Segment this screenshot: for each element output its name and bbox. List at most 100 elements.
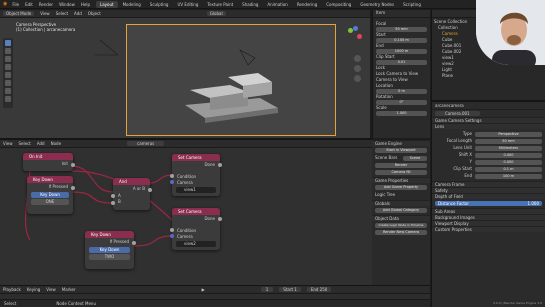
z-axis-icon[interactable]: [353, 26, 358, 31]
key-down-two-output-label: If Pressed: [109, 239, 129, 244]
shift-y-label: Y: [469, 159, 472, 164]
camera-fill-button[interactable]: Camera fill: [375, 170, 427, 175]
distance-factor-slider[interactable]: Distance Factor 1.000: [435, 201, 542, 206]
key-down-one-value[interactable]: ONE: [31, 199, 69, 205]
workspace-tab-layout[interactable]: Layout: [95, 0, 118, 8]
set-camera-node-two[interactable]: Set Camera Done Condition Camera view2: [170, 208, 222, 250]
menu-help[interactable]: Help: [81, 2, 90, 7]
workspace-tab-modeling[interactable]: Modeling: [119, 1, 145, 8]
lens-unit-field[interactable]: Millimeters: [475, 145, 542, 151]
set-camera-two-camera-field[interactable]: view2: [176, 241, 216, 247]
start-frame-field[interactable]: Start 1: [279, 287, 301, 292]
workspace-tab-texture[interactable]: Texture Paint: [203, 1, 237, 8]
workspace-tab-uv[interactable]: UV Editing: [173, 1, 202, 8]
key-down-one-output-label: If Pressed: [48, 184, 68, 189]
pan-icon[interactable]: [354, 65, 361, 72]
status-context-hint: Node Context Menu: [56, 300, 96, 306]
set-camera-two-header: Set Camera: [172, 208, 220, 215]
properties-editor: arcanecamera Camera.001 Game Camera Sett…: [431, 100, 545, 307]
timeline-view-menu[interactable]: View: [46, 287, 56, 292]
current-frame-field[interactable]: 1: [260, 287, 274, 292]
3d-viewport[interactable]: Object Mode View Select Add Object Globa…: [0, 10, 370, 138]
logic-node-editor[interactable]: View Select Add Node cameras On Init Ini…: [0, 138, 372, 285]
end-frame-field[interactable]: End 250: [306, 287, 332, 292]
keying-menu[interactable]: Keying: [27, 287, 40, 292]
camera-view-icon[interactable]: [354, 75, 361, 82]
key-down-one-output-socket[interactable]: [71, 186, 75, 190]
playback-menu[interactable]: Playback: [3, 287, 21, 292]
menu-render[interactable]: Render: [39, 2, 53, 7]
shift-y-field[interactable]: 0.000: [475, 159, 542, 165]
blender-logo-icon[interactable]: ◉: [3, 1, 7, 7]
set-camera-one-done-socket[interactable]: [218, 163, 222, 167]
set-camera-two-done-label: Done: [204, 216, 215, 221]
add-global-category-button[interactable]: Add Global Category: [375, 208, 427, 213]
and-input-b-socket[interactable]: [111, 201, 115, 205]
shift-x-field[interactable]: 0.000: [475, 152, 542, 158]
and-output-label: A or B: [132, 186, 145, 191]
and-header: And: [113, 178, 150, 185]
lens-clip-end-field[interactable]: 100 m: [475, 173, 542, 179]
marker-menu[interactable]: Marker: [62, 287, 76, 292]
scene-bars-field[interactable]: Scene: [403, 155, 427, 161]
key-down-node-one[interactable]: Key Down If Pressed Key Down ONE: [27, 176, 75, 214]
key-down-node-two[interactable]: Key Down If Pressed Key Down TWO: [85, 231, 136, 269]
key-down-one-key-button[interactable]: Key Down: [31, 192, 69, 198]
set-camera-node-one[interactable]: Set Camera Done Condition Camera view1: [170, 154, 222, 196]
zoom-icon[interactable]: [354, 55, 361, 62]
create-logic-node-button[interactable]: Create Logic Node in Timeline: [375, 223, 427, 228]
type-field[interactable]: Perspective: [475, 131, 542, 137]
key-down-one-header: Key Down: [27, 176, 73, 183]
x-axis-icon[interactable]: [357, 34, 362, 39]
start-in-viewport-button[interactable]: Start in Viewport: [375, 148, 427, 153]
on-init-output-socket[interactable]: [71, 163, 75, 167]
outliner-row-plane[interactable]: Plane: [434, 73, 543, 79]
set-camera-two-done-socket[interactable]: [218, 217, 222, 221]
set-camera-one-camera-field[interactable]: view1: [176, 187, 216, 193]
set-camera-one-condition-socket[interactable]: [170, 174, 174, 178]
and-output-socket[interactable]: [148, 188, 152, 192]
workspace-tab-rendering[interactable]: Rendering: [293, 1, 321, 8]
logic-tree-label: Logic Tree: [375, 192, 396, 197]
key-down-two-header: Key Down: [85, 231, 134, 238]
key-down-two-output-socket[interactable]: [132, 241, 136, 245]
focal-length-field[interactable]: 50 mm: [475, 138, 542, 144]
properties-object-name[interactable]: arcanecamera: [435, 103, 464, 108]
sidebar-tab[interactable]: Item: [373, 10, 430, 18]
key-down-two-value[interactable]: TWO: [89, 254, 130, 260]
lens-clip-start-field[interactable]: 0.1 m: [475, 166, 542, 172]
set-camera-one-camera-socket[interactable]: [170, 180, 174, 184]
workspace-tab-animation[interactable]: Animation: [263, 1, 291, 8]
menu-edit[interactable]: Edit: [25, 2, 33, 7]
timeline: Playback Keying View Marker ▶ 1 Start 1 …: [0, 285, 430, 307]
lens-clip-start-label: Clip Start: [453, 166, 472, 171]
navigation-gizmo[interactable]: [343, 26, 365, 48]
on-init-node[interactable]: On Init Init: [23, 153, 75, 171]
add-game-property-button[interactable]: Add Game Property: [375, 185, 427, 190]
workspace-tab-scripting[interactable]: Scripting: [399, 1, 425, 8]
type-label: Type: [462, 131, 472, 136]
menu-window[interactable]: Window: [59, 2, 75, 7]
workspace-tab-compositing[interactable]: Compositing: [322, 1, 355, 8]
workspace-tab-geonodes[interactable]: Geometry Nodes: [356, 1, 398, 8]
camera-data-name[interactable]: Camera.001: [435, 111, 480, 116]
set-camera-two-camera-socket[interactable]: [170, 234, 174, 238]
distance-factor-value: 1.000: [527, 201, 539, 206]
render-new-camera-button[interactable]: Render New Camera: [375, 230, 427, 235]
focal-length-label: Focal Length: [446, 138, 472, 143]
play-icon[interactable]: ▶: [202, 287, 205, 292]
and-node[interactable]: And A or B A B: [111, 178, 152, 210]
workspace-tab-shading[interactable]: Shading: [238, 1, 262, 8]
menu-file[interactable]: File: [12, 2, 19, 7]
set-camera-one-header: Set Camera: [172, 154, 220, 161]
distance-factor-label: Distance Factor: [438, 201, 470, 206]
scale-field[interactable]: 1.000: [376, 111, 427, 116]
set-camera-one-done-label: Done: [204, 162, 215, 167]
key-down-two-key-button[interactable]: Key Down: [89, 247, 130, 253]
custom-properties-section[interactable]: Custom Properties: [432, 226, 545, 232]
render-button[interactable]: Render: [375, 163, 427, 168]
set-camera-two-condition-socket[interactable]: [170, 228, 174, 232]
workspace-tab-sculpting[interactable]: Sculpting: [146, 1, 173, 8]
top-menu-bar: ◉ File Edit Render Window Help Layout Mo…: [0, 0, 545, 9]
and-input-a-socket[interactable]: [111, 194, 115, 198]
